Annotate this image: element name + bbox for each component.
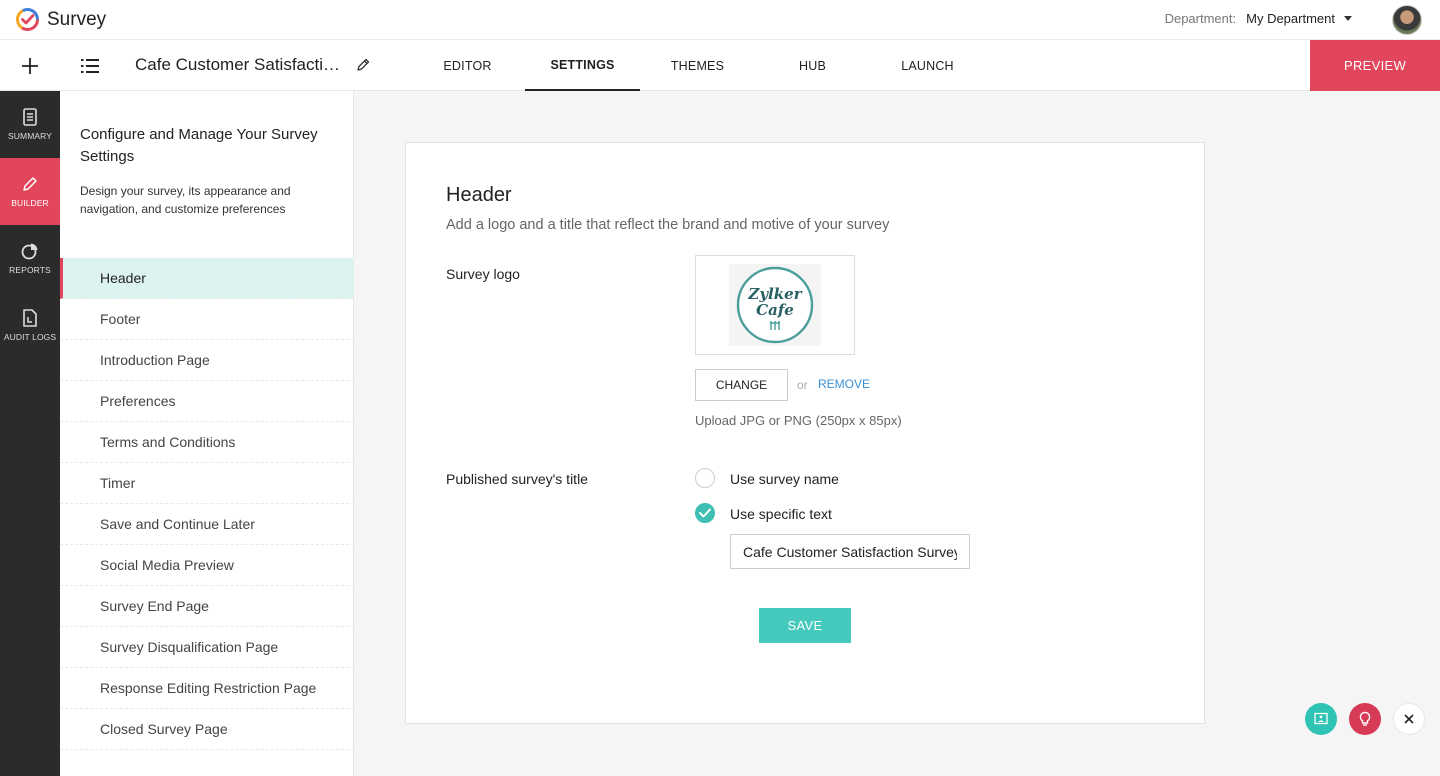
- settings-panel: Configure and Manage Your Survey Setting…: [60, 91, 354, 776]
- presentation-button[interactable]: [1305, 703, 1337, 735]
- settings-item-social-media-preview[interactable]: Social Media Preview: [60, 545, 354, 586]
- department-selector[interactable]: Department: My Department: [1165, 11, 1352, 26]
- survey-title-input[interactable]: [730, 534, 970, 569]
- logo-preview: Zylker Cafe: [695, 255, 855, 355]
- department-value[interactable]: My Department: [1246, 11, 1335, 26]
- upload-hint: Upload JPG or PNG (250px x 85px): [695, 413, 902, 428]
- tab-themes[interactable]: THEMES: [640, 40, 755, 91]
- survey-logo-label: Survey logo: [446, 266, 520, 282]
- edit-pencil-icon[interactable]: [355, 57, 371, 73]
- settings-item-save-and-continue-later[interactable]: Save and Continue Later: [60, 504, 354, 545]
- rail-label: SUMMARY: [8, 131, 52, 141]
- settings-item-introduction-page[interactable]: Introduction Page: [60, 340, 354, 381]
- radio-use-survey-name[interactable]: [695, 468, 715, 488]
- section-subtitle: Add a logo and a title that reflect the …: [446, 217, 890, 233]
- published-title-label: Published survey's title: [446, 471, 588, 487]
- section-title: Header: [446, 184, 512, 206]
- tab-settings[interactable]: SETTINGS: [525, 40, 640, 91]
- preview-button[interactable]: PREVIEW: [1310, 40, 1440, 91]
- tips-button[interactable]: [1349, 703, 1381, 735]
- save-button[interactable]: SAVE: [759, 608, 851, 643]
- tab-editor[interactable]: EDITOR: [410, 40, 525, 91]
- pencil-icon: [23, 177, 37, 191]
- settings-menu: Header Footer Introduction Page Preferen…: [60, 258, 354, 750]
- survey-list-button[interactable]: [70, 40, 110, 91]
- rail-item-audit-logs[interactable]: AUDIT LOGS: [0, 292, 60, 359]
- survey-title: Cafe Customer Satisfacti…: [135, 55, 341, 74]
- department-label: Department:: [1164, 11, 1237, 26]
- left-nav-rail: SUMMARY BUILDER REPORTS AUDIT LOGS: [0, 91, 60, 776]
- rail-label: AUDIT LOGS: [3, 332, 57, 342]
- settings-item-response-editing-restriction-page[interactable]: Response Editing Restriction Page: [60, 668, 354, 709]
- survey-toolbar: Cafe Customer Satisfacti… EDITOR SETTING…: [0, 40, 1440, 91]
- top-bar: Survey Department: My Department: [0, 0, 1440, 40]
- radio-label-specific-text[interactable]: Use specific text: [730, 506, 832, 522]
- rail-label: BUILDER: [11, 198, 49, 208]
- tab-launch[interactable]: LAUNCH: [870, 40, 985, 91]
- log-file-icon: [23, 309, 37, 327]
- create-button[interactable]: [0, 40, 60, 91]
- app-name: Survey: [47, 8, 107, 30]
- list-icon: [81, 58, 99, 73]
- close-button[interactable]: [1393, 703, 1425, 735]
- rail-item-builder[interactable]: BUILDER: [0, 158, 60, 225]
- close-icon: [1404, 714, 1414, 724]
- logo-line-2: Cafe: [756, 301, 794, 319]
- plus-icon: [22, 57, 38, 74]
- settings-item-header[interactable]: Header: [60, 258, 354, 299]
- rail-item-reports[interactable]: REPORTS: [0, 225, 60, 292]
- settings-item-survey-end-page[interactable]: Survey End Page: [60, 586, 354, 627]
- chevron-down-icon[interactable]: [1344, 16, 1352, 21]
- settings-item-footer[interactable]: Footer: [60, 299, 354, 340]
- settings-item-timer[interactable]: Timer: [60, 463, 354, 504]
- document-icon: [23, 108, 37, 126]
- zylker-cafe-logo: Zylker Cafe: [736, 266, 814, 344]
- rail-item-summary[interactable]: SUMMARY: [0, 91, 60, 158]
- settings-item-terms-and-conditions[interactable]: Terms and Conditions: [60, 422, 354, 463]
- radio-label-survey-name[interactable]: Use survey name: [730, 471, 839, 487]
- remove-logo-link[interactable]: REMOVE: [818, 377, 870, 391]
- rail-label: REPORTS: [9, 265, 51, 275]
- settings-item-closed-survey-page[interactable]: Closed Survey Page: [60, 709, 354, 750]
- change-logo-button[interactable]: CHANGE: [695, 369, 788, 401]
- presentation-icon: [1314, 712, 1328, 725]
- panel-description: Design your survey, its appearance and n…: [80, 184, 291, 216]
- or-separator: or: [797, 378, 808, 392]
- panel-title: Configure and Manage Your Survey Setting…: [80, 126, 318, 165]
- settings-item-preferences[interactable]: Preferences: [60, 381, 354, 422]
- pie-chart-icon: [21, 243, 38, 260]
- brand[interactable]: Survey: [15, 7, 106, 32]
- logo-image: Zylker Cafe: [729, 264, 821, 346]
- header-settings-card: Header Add a logo and a title that refle…: [405, 142, 1205, 724]
- avatar[interactable]: [1392, 5, 1422, 35]
- survey-logo-icon: [16, 8, 39, 31]
- radio-use-specific-text[interactable]: [695, 503, 715, 523]
- checkmark-icon: [699, 508, 711, 518]
- settings-item-survey-disqualification-page[interactable]: Survey Disqualification Page: [60, 627, 354, 668]
- lightbulb-icon: [1359, 711, 1371, 726]
- tab-hub[interactable]: HUB: [755, 40, 870, 91]
